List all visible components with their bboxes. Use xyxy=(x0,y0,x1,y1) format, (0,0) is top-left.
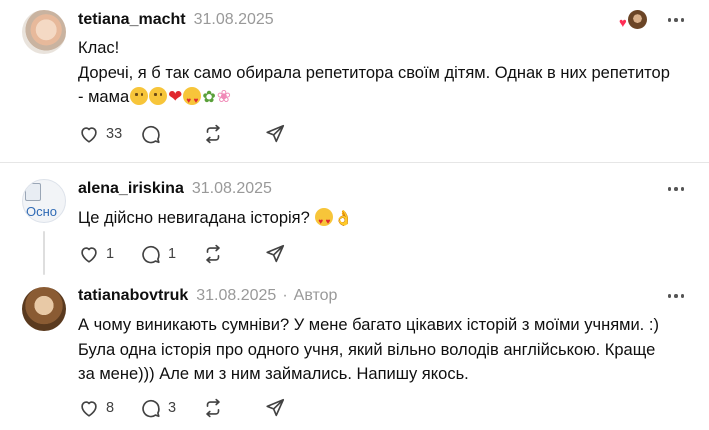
username[interactable]: tatianabovtruk xyxy=(78,287,188,305)
repost-button[interactable] xyxy=(202,243,264,265)
reply-button[interactable] xyxy=(140,123,202,145)
reply-count: 3 xyxy=(168,400,177,416)
heart-outline-icon xyxy=(81,247,97,263)
paper-plane-icon xyxy=(266,124,285,143)
more-dots-icon xyxy=(667,294,672,298)
post-text: Це дійсно невигадана історія? 👌 xyxy=(78,206,688,235)
more-dots-icon xyxy=(667,187,672,191)
rofl-face-emoji xyxy=(149,87,168,105)
post-date[interactable]: 31.08.2025 xyxy=(192,180,272,198)
reply-button[interactable]: 1 xyxy=(140,243,202,265)
ok-hand-emoji: 👌 xyxy=(334,210,354,227)
reply-count: 1 xyxy=(168,246,177,262)
like-count: 33 xyxy=(106,126,123,142)
like-count: 8 xyxy=(106,400,115,416)
post-header: alena_iriskina 31.08.2025 xyxy=(78,179,272,199)
repost-arrows-icon xyxy=(206,244,220,264)
repost-arrows-icon xyxy=(206,398,220,418)
liked-by-author-indicator: ♥ xyxy=(619,10,647,30)
more-dots-icon xyxy=(667,18,672,22)
like-button[interactable]: 8 xyxy=(78,397,140,419)
bouquet-emoji: ✿ xyxy=(202,89,216,106)
repost-button[interactable] xyxy=(202,123,264,145)
heart-icon: ♥ xyxy=(619,15,627,30)
post-header: tatianabovtruk 31.08.2025 · Автор xyxy=(78,286,337,306)
like-button[interactable]: 33 xyxy=(78,123,140,145)
post-actions: 33 xyxy=(78,122,326,146)
paper-plane-icon xyxy=(266,398,285,417)
post-header: tetiana_macht 31.08.2025 xyxy=(78,10,274,30)
broken-image-icon xyxy=(25,183,41,201)
text-line: Клас! xyxy=(78,39,120,57)
smiling-face-emoji xyxy=(130,87,149,105)
post: tetiana_macht 31.08.2025 ♥ Клас! Доречі,… xyxy=(0,0,709,162)
reply-button[interactable]: 3 xyxy=(140,397,202,419)
smiling-face-with-hearts-emoji xyxy=(315,208,334,235)
heart-outline-icon xyxy=(81,127,97,143)
text-line: - мама❤✿❀ xyxy=(78,85,688,114)
username[interactable]: tetiana_macht xyxy=(78,11,186,29)
avatar[interactable]: Осно xyxy=(22,179,66,223)
more-options-button[interactable] xyxy=(665,179,687,199)
speech-bubble-icon xyxy=(142,125,160,144)
text-line: Доречі, я б так само обирала репетитора … xyxy=(78,63,670,82)
post: Осно alena_iriskina 31.08.2025 Це дійсно… xyxy=(0,163,709,275)
avatar[interactable] xyxy=(22,287,66,331)
like-button[interactable]: 1 xyxy=(78,243,140,265)
author-label: Автор xyxy=(293,287,338,304)
share-button[interactable] xyxy=(264,397,326,419)
post: tatianabovtruk 31.08.2025 · Автор А чому… xyxy=(0,273,709,430)
avatar[interactable] xyxy=(22,10,66,54)
text-line: Була одна історія про одного учня, який … xyxy=(78,340,656,359)
post-date[interactable]: 31.08.2025 xyxy=(194,11,274,29)
post-actions: 8 3 xyxy=(78,396,326,420)
separator: · xyxy=(282,287,288,304)
text-line: А чому виникають сумніви? У мене багато … xyxy=(78,316,659,334)
cherry-blossom-emoji: ❀ xyxy=(216,87,232,106)
post-text: Клас! Доречі, я б так само обирала репет… xyxy=(78,36,688,114)
author-avatar-mini xyxy=(628,10,647,29)
repost-button[interactable] xyxy=(202,397,264,419)
post-date[interactable]: 31.08.2025 xyxy=(196,287,276,305)
post-text: А чому виникають сумніви? У мене багато … xyxy=(78,313,688,387)
speech-bubble-icon xyxy=(142,245,160,264)
more-options-button[interactable] xyxy=(665,10,687,30)
like-count: 1 xyxy=(106,246,115,262)
heart-outline-icon xyxy=(81,401,97,417)
post-actions: 1 1 xyxy=(78,242,326,266)
paper-plane-icon xyxy=(266,244,285,263)
smiling-face-with-hearts-emoji xyxy=(183,87,202,114)
more-options-button[interactable] xyxy=(665,286,687,306)
red-heart-emoji: ❤ xyxy=(168,87,183,106)
text-line: за мене))) Але ми з ним займались. Напиш… xyxy=(78,365,469,383)
avatar-alt-text: Осно xyxy=(26,204,58,219)
speech-bubble-icon xyxy=(142,399,160,418)
share-button[interactable] xyxy=(264,123,326,145)
text-line: Це дійсно невигадана історія? 👌 xyxy=(78,206,688,235)
repost-arrows-icon xyxy=(206,124,220,144)
share-button[interactable] xyxy=(264,243,326,265)
thread-line xyxy=(43,231,45,275)
username[interactable]: alena_iriskina xyxy=(78,180,184,198)
